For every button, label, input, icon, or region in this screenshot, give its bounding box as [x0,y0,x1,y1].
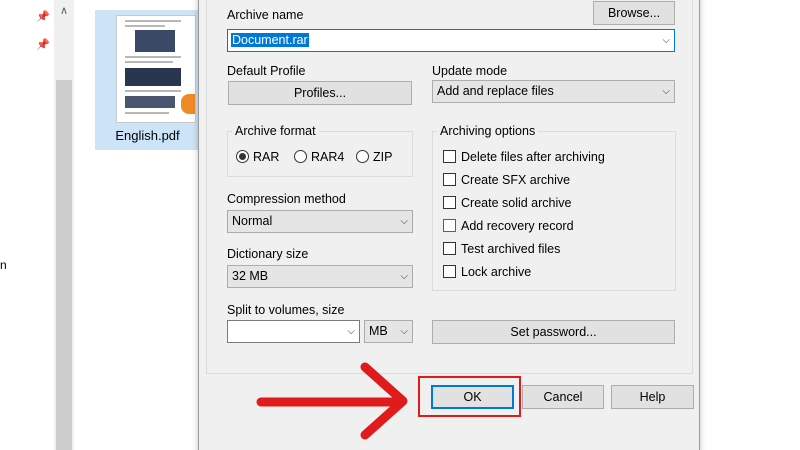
compression-method-value: Normal [232,214,273,228]
radio-rar4[interactable]: RAR4 [294,149,344,165]
pin-icon[interactable]: 📌 [36,38,50,52]
compression-method-select[interactable]: Normal ⌵ [227,210,413,233]
dictionary-size-select[interactable]: 32 MB ⌵ [227,265,413,288]
chevron-down-icon[interactable]: ⌵ [347,321,355,342]
checkbox-icon [443,219,456,232]
checkbox-create-solid[interactable]: Create solid archive [443,195,571,211]
checkbox-create-sfx[interactable]: Create SFX archive [443,172,570,188]
checkbox-delete-files[interactable]: Delete files after archiving [443,149,605,165]
radio-selected-icon [236,150,249,163]
chevron-down-icon: ⌵ [400,326,408,337]
pin-icon[interactable]: 📌 [36,10,50,24]
split-unit-value: MB [369,324,388,338]
red-arrow-icon [256,362,408,440]
checkbox-recovery-record[interactable]: Add recovery record [443,218,574,234]
help-button[interactable]: Help [611,385,694,409]
checkbox-icon [443,173,456,186]
compression-method-label: Compression method [227,192,346,206]
archive-name-label: Archive name [227,8,304,22]
ok-highlight-box [418,376,521,417]
checkbox-icon [443,242,456,255]
archiving-options-title: Archiving options [437,124,539,138]
split-unit-select[interactable]: MB ⌵ [364,320,413,343]
radio-icon [294,150,307,163]
checkbox-icon [443,150,456,163]
nav-scrollbar-thumb[interactable] [56,80,72,450]
radio-icon [356,150,369,163]
pdf-badge-icon [181,94,195,114]
nav-item-fragment[interactable]: n [0,258,7,272]
archive-name-value: Document.rar [231,33,309,47]
split-volumes-label: Split to volumes, size [227,303,345,317]
default-profile-label: Default Profile [227,64,306,78]
cancel-button[interactable]: Cancel [522,385,604,409]
checkbox-icon [443,196,456,209]
checkbox-lock-archive[interactable]: Lock archive [443,264,531,280]
checkbox-test-archived[interactable]: Test archived files [443,241,560,257]
chevron-down-icon: ⌵ [400,216,408,227]
split-volumes-input[interactable]: ⌵ [227,320,360,343]
radio-rar[interactable]: RAR [236,149,279,165]
chevron-down-icon: ⌵ [400,271,408,282]
profiles-button[interactable]: Profiles... [228,81,412,105]
checkbox-icon [443,265,456,278]
archive-name-input[interactable]: Document.rar ⌵ [227,29,675,52]
update-mode-label: Update mode [432,64,508,78]
set-password-button[interactable]: Set password... [432,320,675,344]
file-name[interactable]: English.pdf [95,128,200,143]
pdf-thumbnail [116,15,196,123]
dictionary-size-label: Dictionary size [227,247,309,261]
dictionary-size-value: 32 MB [232,269,269,283]
update-mode-value: Add and replace files [437,84,554,98]
chevron-down-icon: ⌵ [662,86,670,97]
scroll-up-icon[interactable]: ∧ [55,2,73,20]
update-mode-select[interactable]: Add and replace files ⌵ [432,80,675,103]
radio-zip[interactable]: ZIP [356,149,392,165]
chevron-down-icon[interactable]: ⌵ [662,30,670,51]
browse-button[interactable]: Browse... [593,1,675,25]
archive-format-title: Archive format [232,124,319,138]
